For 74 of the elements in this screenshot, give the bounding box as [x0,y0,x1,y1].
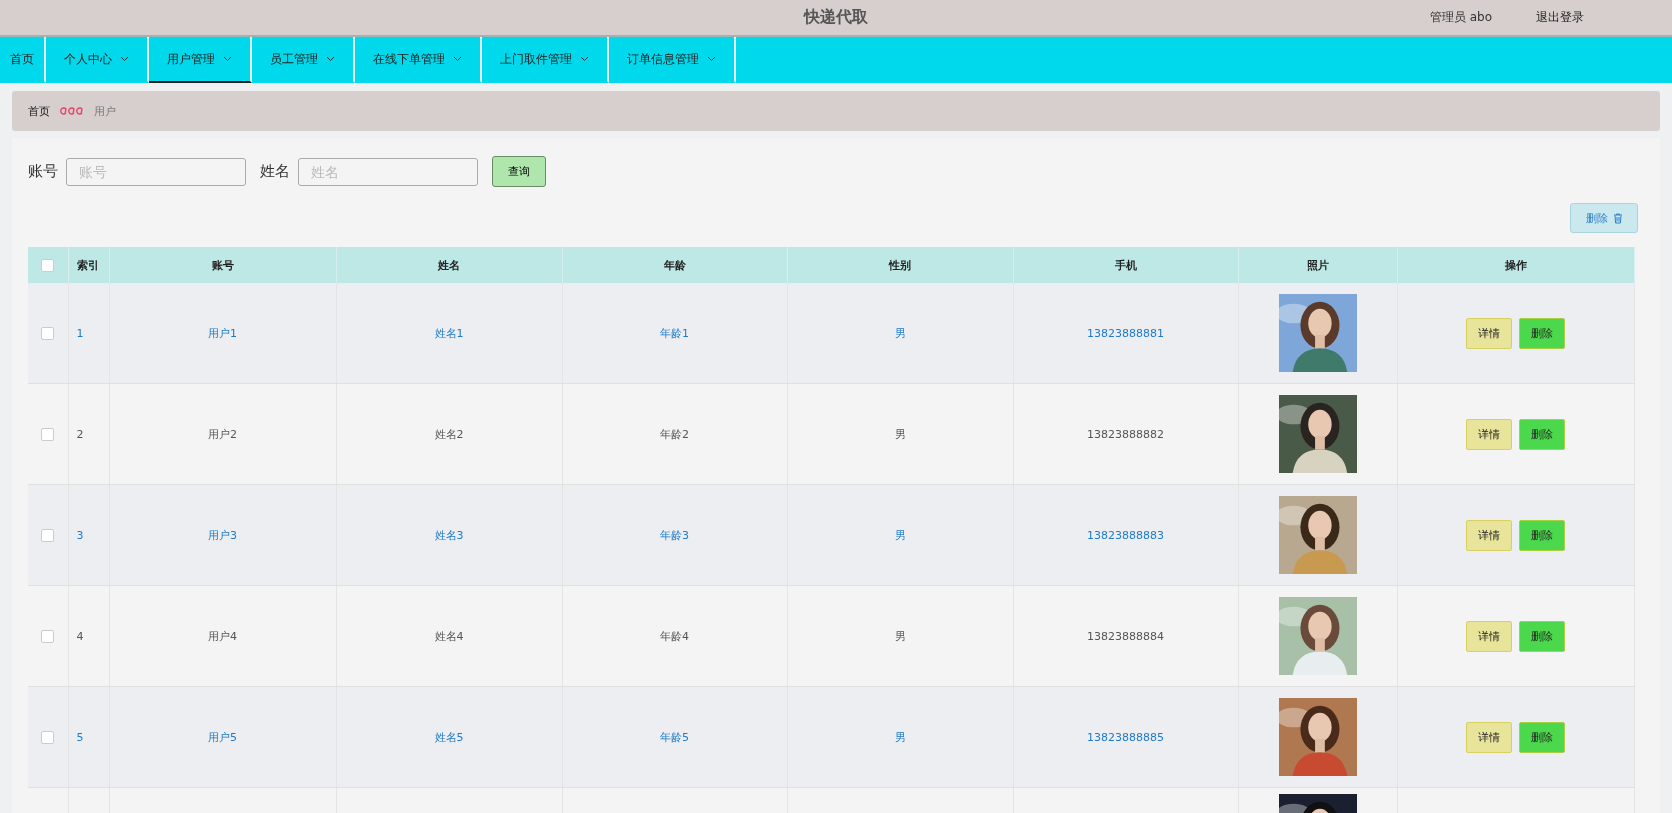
table-cell: 姓名2 [434,427,464,441]
column-header: 手机 [1013,247,1238,283]
table-cell: 年龄4 [660,629,689,643]
column-header: 姓名 [336,247,562,283]
column-header: 索引 [68,247,109,283]
column-header: 操作 [1397,247,1634,283]
table-cell: 1 [76,326,84,340]
delete-button[interactable]: 删除 [1519,620,1565,652]
details-button[interactable]: 详情 [1466,317,1512,349]
breadcrumb-link[interactable]: 首页 [28,103,50,119]
table-cell: 男 [894,629,906,643]
table-cell: 年龄2 [660,427,689,441]
details-button[interactable]: 详情 [1466,418,1512,450]
nav-tab[interactable]: 上门取件管理 [482,37,609,83]
table-cell: 用户5 [208,730,237,744]
trash-icon [1612,212,1623,224]
checkbox[interactable] [41,427,55,441]
field-label: 姓名 [260,162,290,181]
table-cell: 用户1 [208,326,237,340]
table-cell: 男 [894,528,906,542]
checkbox[interactable] [41,326,55,340]
table-cell: 男 [894,427,906,441]
nav-tab[interactable]: 在线下单管理 [355,37,482,83]
table-cell: 姓名1 [434,326,464,340]
table-cell: 用户4 [208,629,237,643]
table-cell: 3 [76,528,84,542]
delete-button[interactable]: 删除 [1519,519,1565,551]
nav-tab[interactable]: 用户管理 [149,37,252,83]
delete-button[interactable]: 删除 [1519,721,1565,753]
table-cell: 用户3 [208,528,237,542]
checkbox[interactable] [41,258,55,272]
delete-button[interactable]: 删除 [1519,317,1565,349]
table-cell: 5 [76,730,84,744]
user-name: 管理员 abo [1429,9,1492,26]
table-cell: 13823888883 [1087,528,1164,542]
table-cell: 姓名4 [434,629,464,643]
table-cell: 年龄3 [660,528,689,542]
column-header: 账号 [109,247,336,283]
field-label: 账号 [28,162,58,181]
checkbox[interactable] [41,629,55,643]
details-button[interactable]: 详情 [1466,519,1512,551]
table-cell: 男 [894,326,906,340]
breadcrumb-current: 用户 [94,103,116,119]
nav-tab[interactable]: 员工管理 [252,37,355,83]
table-cell: 年龄5 [660,730,689,744]
search-button[interactable]: 查询 [492,156,546,187]
separator-icon [60,106,84,116]
checkbox[interactable] [41,730,55,744]
nav-tab[interactable]: 订单信息管理 [609,37,736,83]
nav-tab[interactable]: 个人中心 [46,37,149,83]
delete-button[interactable]: 删除 [1570,203,1638,233]
table-cell: 13823888882 [1087,427,1164,441]
column-header: 性别 [787,247,1013,283]
table-cell: 2 [76,427,84,441]
table-cell: 男 [894,730,906,744]
table-cell: 4 [76,629,84,643]
delete-button[interactable]: 删除 [1519,418,1565,450]
details-button[interactable]: 详情 [1466,721,1512,753]
input-field[interactable]: 姓名 [298,157,478,186]
app-title: 快递代取 [804,7,868,28]
table-cell: 13823888881 [1087,326,1164,340]
table-cell: 用户2 [208,427,237,441]
table-cell: 13823888885 [1087,730,1164,744]
details-button[interactable]: 详情 [1466,620,1512,652]
column-header: 照片 [1238,247,1397,283]
table-cell: 13823888884 [1087,629,1164,643]
nav-tab[interactable]: 首页 [0,37,46,83]
table-cell: 姓名3 [434,528,464,542]
logout-link[interactable]: 退出登录 [1536,9,1584,26]
checkbox[interactable] [41,528,55,542]
column-header: 年龄 [562,247,787,283]
table-cell: 姓名5 [434,730,464,744]
input-field[interactable]: 账号 [66,157,246,186]
table-cell: 年龄1 [660,326,689,340]
